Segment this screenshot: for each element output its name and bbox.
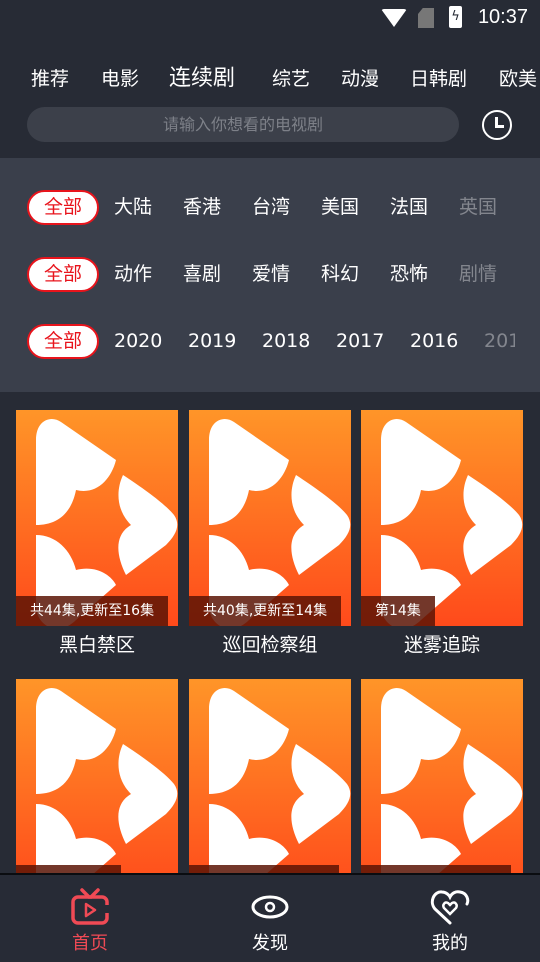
filter-region-all[interactable]: 全部 xyxy=(27,190,99,225)
filter-option[interactable]: 大陆 xyxy=(114,195,152,219)
tab-recommend[interactable]: 推荐 xyxy=(31,64,69,91)
poster-image xyxy=(189,679,351,873)
filter-option[interactable]: 香港 xyxy=(183,195,221,219)
poster-image: 共44集,更新至16集 xyxy=(16,410,178,626)
bottom-nav: 首页 发现 我的 xyxy=(0,873,540,960)
tab-western[interactable]: 欧美 xyxy=(499,64,537,91)
nav-mine[interactable]: 我的 xyxy=(360,875,540,962)
nav-discover[interactable]: 发现 xyxy=(180,875,360,962)
heart-icon xyxy=(430,890,470,925)
status-bar: ϟ 10:37 xyxy=(0,0,540,36)
filter-option[interactable]: 科幻 xyxy=(321,262,359,286)
series-card[interactable] xyxy=(189,679,351,873)
filter-row-region: 全部 大陆 香港 台湾 美国 法国 英国 xyxy=(0,190,540,226)
series-title: 巡回检察组 xyxy=(222,634,318,656)
tab-series[interactable]: 连续剧 xyxy=(169,60,235,92)
filter-option[interactable]: 动作 xyxy=(114,262,152,286)
filter-option[interactable]: 2019 xyxy=(188,329,236,353)
poster-logo-icon xyxy=(36,688,178,873)
poster-image xyxy=(361,679,523,873)
filter-row-genre: 全部 动作 喜剧 爱情 科幻 恐怖 剧情 xyxy=(0,257,540,293)
episode-badge: 第14集 xyxy=(361,596,435,626)
series-card[interactable]: 第14集迷雾追踪 xyxy=(361,410,523,657)
battery-charging-icon: ϟ xyxy=(449,6,462,28)
clock-time: 10:37 xyxy=(477,6,528,28)
filter-genre-all[interactable]: 全部 xyxy=(27,257,99,292)
poster-image: 第14集 xyxy=(361,410,523,626)
filter-option[interactable]: 英国 xyxy=(459,195,497,219)
search-input[interactable]: 请输入你想看的电视剧 xyxy=(27,107,459,142)
filter-option[interactable]: 剧情 xyxy=(459,262,497,286)
filter-option[interactable]: 法国 xyxy=(390,195,428,219)
tv-icon xyxy=(71,888,109,925)
series-grid: 共44集,更新至16集 黑白禁区 共40集,更新至14集 巡回检察组 第14集 迷雾追踪 xyxy=(0,410,540,873)
filter-year-all[interactable]: 全部 xyxy=(27,324,99,359)
poster-logo-icon xyxy=(209,688,351,873)
no-sim-icon xyxy=(418,8,434,28)
poster-image: 共40集,更新至14集 xyxy=(189,410,351,626)
series-card[interactable] xyxy=(16,679,178,873)
tab-anime[interactable]: 动漫 xyxy=(341,64,379,91)
poster-logo-icon xyxy=(381,419,523,626)
series-title: 迷雾追踪 xyxy=(403,634,480,656)
clock-icon[interactable] xyxy=(482,110,512,140)
tab-movies[interactable]: 电影 xyxy=(101,64,139,91)
episode-badge: 共40集,更新至14集 xyxy=(189,596,342,626)
episode-badge xyxy=(189,865,339,873)
filter-option[interactable]: 恐怖 xyxy=(390,262,428,286)
nav-mine-label: 我的 xyxy=(432,933,468,954)
series-card[interactable] xyxy=(361,679,523,873)
filter-row-year: 全部 2020 2019 2018 2017 2016 201 xyxy=(0,324,540,360)
filter-option[interactable]: 201 xyxy=(484,329,515,353)
filter-option[interactable]: 台湾 xyxy=(252,195,290,219)
episode-badge: 共44集,更新至16集 xyxy=(16,596,169,626)
tab-variety[interactable]: 综艺 xyxy=(272,64,310,91)
filter-option[interactable]: 爱情 xyxy=(252,262,290,286)
poster-logo-icon xyxy=(209,419,351,626)
wifi-icon xyxy=(381,9,407,27)
eye-icon xyxy=(251,895,289,919)
poster-logo-icon xyxy=(381,688,523,873)
series-title: 黑白禁区 xyxy=(58,634,135,656)
series-card[interactable]: 共44集,更新至16集黑白禁区 xyxy=(16,410,178,657)
filter-option[interactable]: 2020 xyxy=(114,329,162,353)
filter-option[interactable]: 喜剧 xyxy=(183,262,221,286)
filter-option[interactable]: 2018 xyxy=(262,329,310,353)
series-card[interactable]: 共40集,更新至14集巡回检察组 xyxy=(189,410,351,657)
episode-badge xyxy=(361,865,511,873)
poster-logo-icon xyxy=(36,419,178,626)
nav-home[interactable]: 首页 xyxy=(0,875,180,962)
filter-panel: 全部 大陆 香港 台湾 美国 法国 英国 全部 动作 喜剧 爱情 科幻 恐怖 剧… xyxy=(0,158,540,392)
poster-image xyxy=(16,679,178,873)
tab-jk-drama[interactable]: 日韩剧 xyxy=(410,64,467,91)
category-tabs: 推荐 电影 连续剧 综艺 动漫 日韩剧 欧美 xyxy=(0,60,540,94)
filter-option[interactable]: 2016 xyxy=(410,329,458,353)
nav-home-label: 首页 xyxy=(72,933,108,954)
nav-discover-label: 发现 xyxy=(252,933,288,954)
episode-badge xyxy=(16,865,121,873)
filter-option[interactable]: 美国 xyxy=(321,195,359,219)
filter-option[interactable]: 2017 xyxy=(336,329,384,353)
